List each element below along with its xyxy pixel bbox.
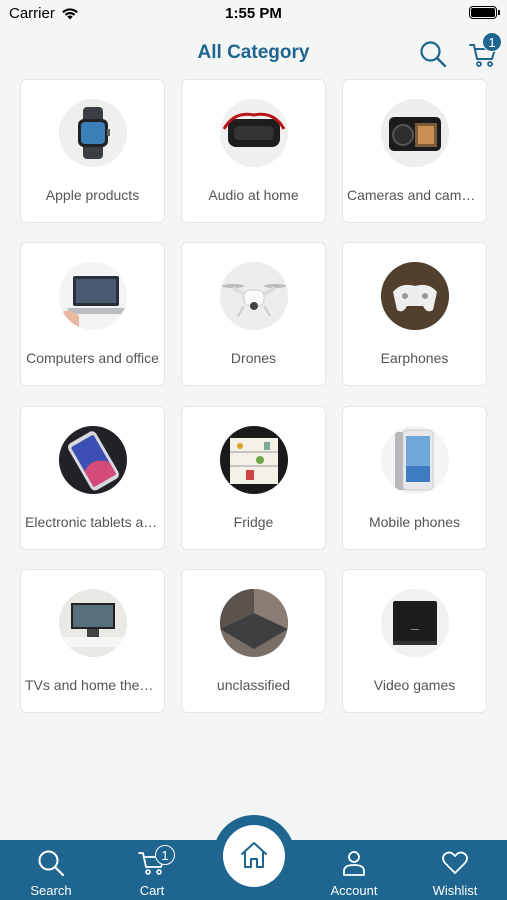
category-label: Drones bbox=[230, 350, 277, 366]
vr-headset-icon bbox=[220, 99, 288, 167]
console-icon bbox=[381, 589, 449, 657]
category-card-tvs-and-home-theater[interactable]: TVs and home theater bbox=[20, 569, 165, 713]
category-card-audio-at-home[interactable]: Audio at home bbox=[181, 79, 326, 223]
category-label: Fridge bbox=[233, 514, 274, 530]
category-card-apple-products[interactable]: Apple products bbox=[20, 79, 165, 223]
cart-count-badge: 1 bbox=[482, 32, 502, 52]
laptop-closed-icon bbox=[220, 589, 288, 657]
category-card-earphones[interactable]: Earphones bbox=[342, 242, 487, 386]
search-icon bbox=[420, 41, 447, 68]
category-label: Audio at home bbox=[208, 187, 299, 203]
smartwatch-icon bbox=[59, 99, 127, 167]
category-card-cameras[interactable]: Cameras and camcorders bbox=[342, 79, 487, 223]
tv-icon bbox=[59, 589, 127, 657]
home-button[interactable] bbox=[213, 815, 295, 897]
category-card-electronic-tablets[interactable]: Electronic tablets and accessories bbox=[20, 406, 165, 550]
nav-search-label: Search bbox=[30, 883, 72, 898]
gamepad-icon bbox=[381, 262, 449, 330]
nav-search[interactable]: Search bbox=[11, 840, 91, 900]
nav-account[interactable]: Account bbox=[314, 840, 394, 900]
category-label: Cameras and camcorders bbox=[347, 187, 482, 203]
home-icon bbox=[241, 842, 267, 868]
nav-cart-label: Cart bbox=[139, 883, 165, 898]
nav-wishlist[interactable]: Wishlist bbox=[415, 840, 495, 900]
header: All Category 1 bbox=[0, 30, 507, 76]
cart-count-badge: 1 bbox=[155, 845, 175, 865]
category-label: Mobile phones bbox=[368, 514, 461, 530]
category-label: Computers and office bbox=[26, 350, 159, 366]
category-card-unclassified[interactable]: unclassified bbox=[181, 569, 326, 713]
battery-icon bbox=[469, 6, 500, 19]
nav-account-label: Account bbox=[330, 883, 378, 898]
category-label: unclassified bbox=[216, 677, 291, 693]
category-card-fridge[interactable]: Fridge bbox=[181, 406, 326, 550]
category-card-video-games[interactable]: Video games bbox=[342, 569, 487, 713]
account-icon bbox=[343, 851, 365, 876]
category-label: Apple products bbox=[45, 187, 140, 203]
status-time: 1:55 PM bbox=[225, 5, 282, 22]
drone-icon bbox=[220, 262, 288, 330]
category-label: Earphones bbox=[380, 350, 449, 366]
category-card-drones[interactable]: Drones bbox=[181, 242, 326, 386]
category-label: Video games bbox=[373, 677, 456, 693]
fridge-icon bbox=[220, 426, 288, 494]
category-label: Electronic tablets and accessories bbox=[25, 514, 160, 530]
status-bar: Carrier 1:55 PM bbox=[0, 0, 507, 30]
tablet-icon bbox=[59, 426, 127, 494]
category-label: TVs and home theater bbox=[25, 677, 160, 693]
cart-button[interactable]: 1 bbox=[468, 32, 502, 70]
search-button[interactable] bbox=[418, 39, 448, 69]
phone-icon bbox=[381, 426, 449, 494]
nav-cart[interactable]: 1 Cart bbox=[112, 840, 192, 900]
nav-wishlist-label: Wishlist bbox=[432, 883, 478, 898]
search-icon bbox=[38, 850, 65, 877]
category-card-computers-and-office[interactable]: Computers and office bbox=[20, 242, 165, 386]
heart-icon bbox=[442, 851, 468, 874]
laptop-icon bbox=[59, 262, 127, 330]
camera-icon bbox=[381, 99, 449, 167]
category-card-mobile-phones[interactable]: Mobile phones bbox=[342, 406, 487, 550]
